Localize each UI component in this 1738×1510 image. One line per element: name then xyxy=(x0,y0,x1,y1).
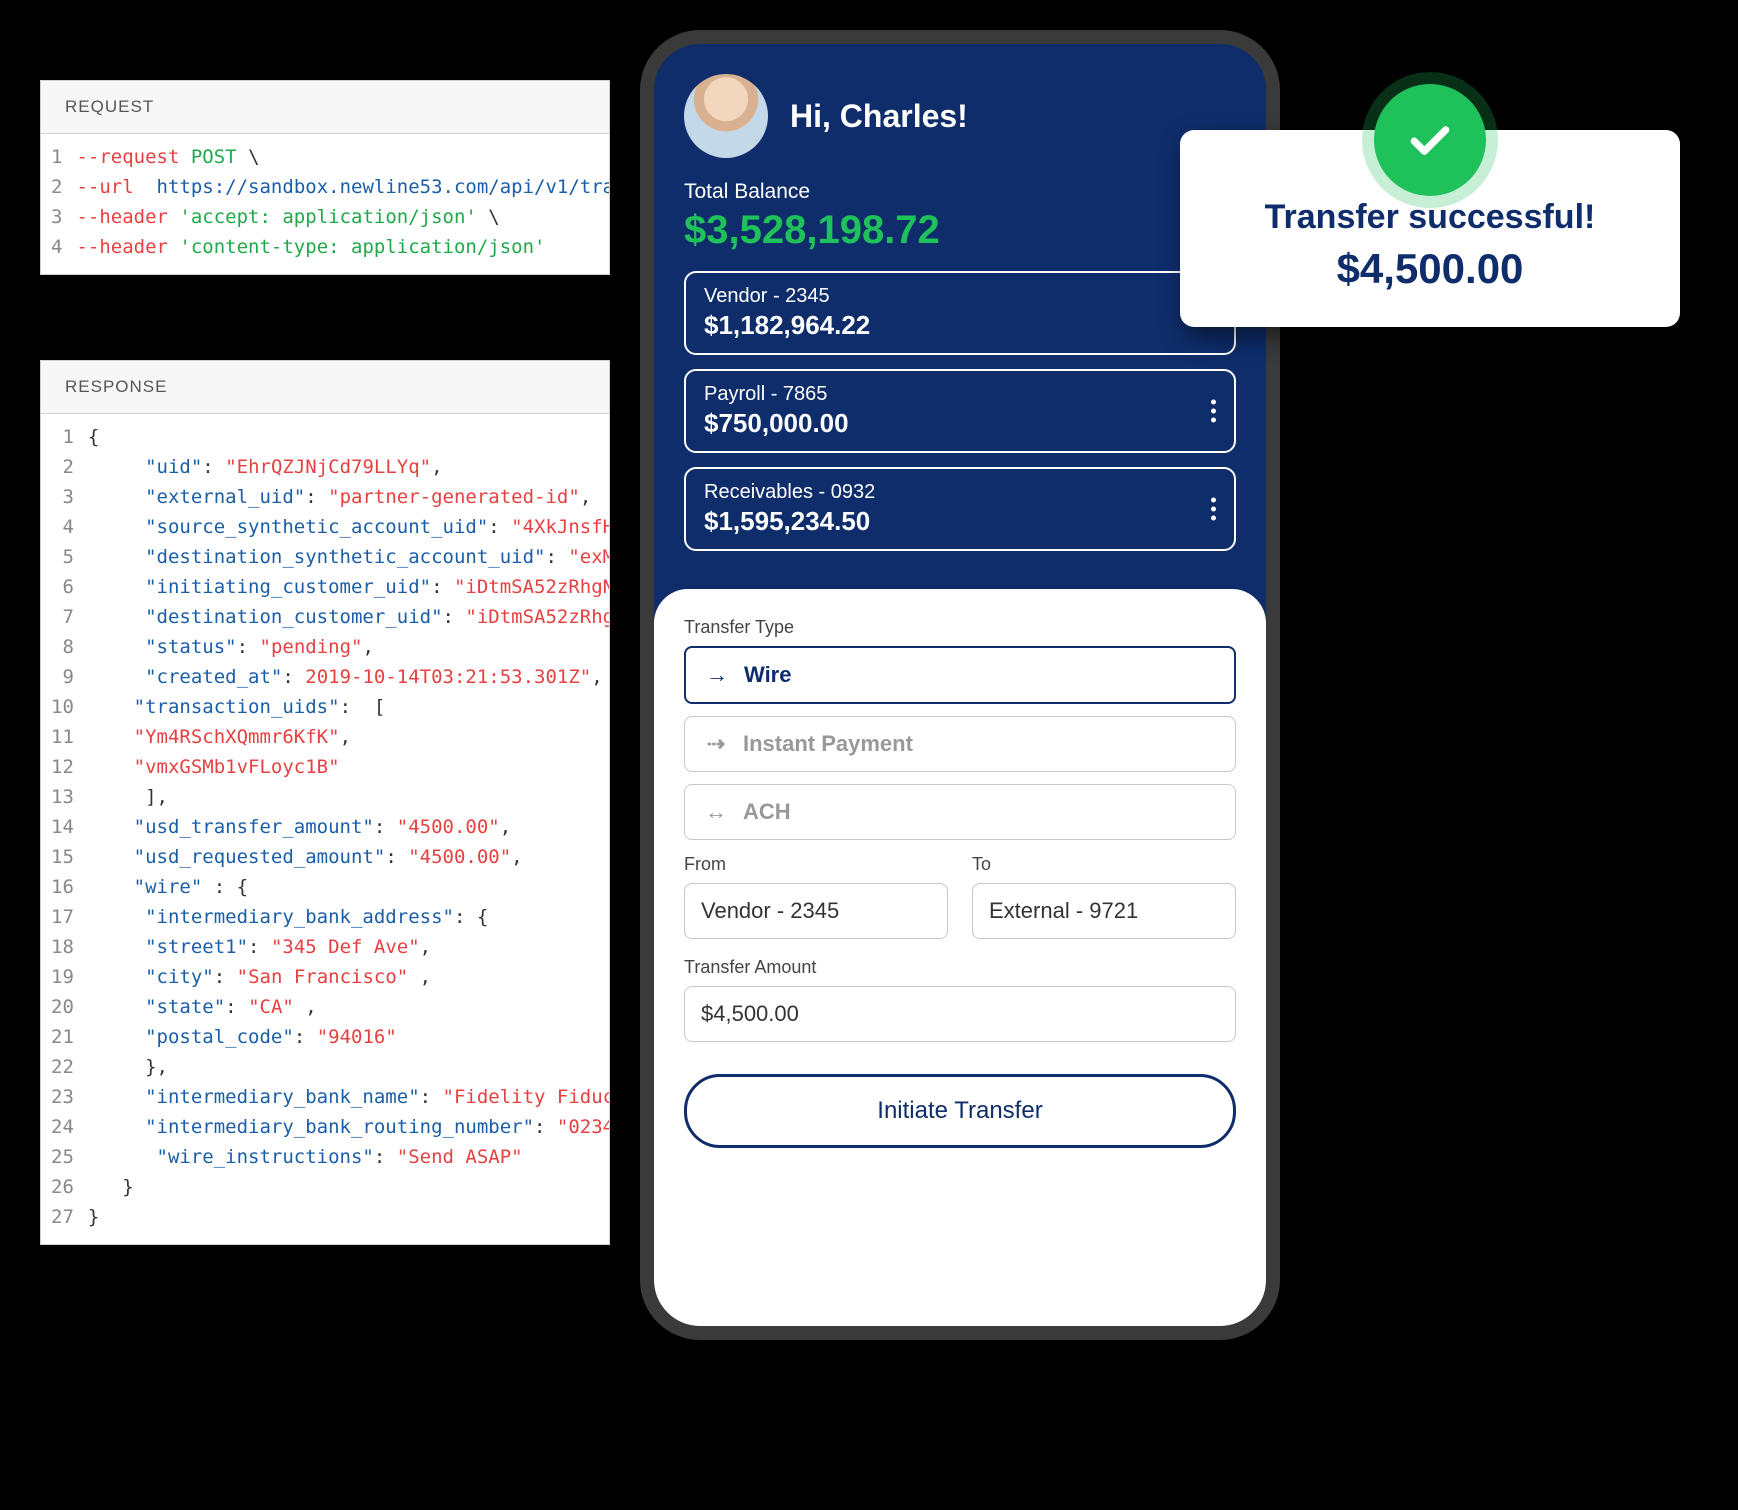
app-header: Hi, Charles! Total Balance $3,528,198.72… xyxy=(654,44,1266,589)
from-label: From xyxy=(684,854,948,875)
account-amount: $1,595,234.50 xyxy=(704,506,1216,537)
response-header: RESPONSE xyxy=(41,361,609,414)
total-balance-amount: $3,528,198.72 xyxy=(684,208,1236,253)
arrow-icon: ↔ xyxy=(703,799,729,825)
code-line: } xyxy=(88,1172,609,1202)
code-line: "Ym4RSchXQmmr6KfK", xyxy=(88,722,609,752)
transfer-type-label-text: Instant Payment xyxy=(743,731,913,757)
code-line: "city": "San Francisco" , xyxy=(88,962,609,992)
amount-input[interactable]: $4,500.00 xyxy=(684,986,1236,1042)
avatar[interactable] xyxy=(684,74,768,158)
transfer-form: Transfer Type → Wire ⇢ Instant Payment ↔… xyxy=(654,589,1266,1326)
transfer-type-option[interactable]: ↔ ACH xyxy=(684,784,1236,840)
success-toast: Transfer successful! $4,500.00 xyxy=(1180,130,1680,327)
account-card[interactable]: Vendor - 2345 $1,182,964.22 xyxy=(684,271,1236,355)
code-line: "wire_instructions": "Send ASAP" xyxy=(88,1142,609,1172)
request-header: REQUEST xyxy=(41,81,609,134)
kebab-icon[interactable] xyxy=(1211,494,1216,525)
kebab-icon[interactable] xyxy=(1211,396,1216,427)
account-label: Vendor - 2345 xyxy=(704,285,1216,308)
checkmark-icon xyxy=(1374,84,1486,196)
request-body: 1 2 3 4 --request POST \--url https://sa… xyxy=(41,134,609,274)
account-label: Payroll - 7865 xyxy=(704,383,1216,406)
code-line: --url https://sandbox.newline53.com/api/… xyxy=(76,172,609,202)
total-balance-label: Total Balance xyxy=(684,180,1236,204)
code-line: "usd_requested_amount": "4500.00", xyxy=(88,842,609,872)
code-line: "street1": "345 Def Ave", xyxy=(88,932,609,962)
code-line: "intermediary_bank_routing_number": "023… xyxy=(88,1112,609,1142)
code-line: "transaction_uids": [ xyxy=(88,692,609,722)
toast-amount: $4,500.00 xyxy=(1200,245,1660,293)
code-line: "source_synthetic_account_uid": "4XkJnsf… xyxy=(88,512,609,542)
transfer-type-label-text: ACH xyxy=(743,799,791,825)
account-label: Receivables - 0932 xyxy=(704,481,1216,504)
code-line: "initiating_customer_uid": "iDtmSA52zRhg… xyxy=(88,572,609,602)
code-line: { xyxy=(88,422,609,452)
code-line: } xyxy=(88,1202,609,1232)
code-line: "uid": "EhrQZJNjCd79LLYq", xyxy=(88,452,609,482)
code-line: --header 'content-type: application/json… xyxy=(76,232,609,262)
code-line: "intermediary_bank_address": { xyxy=(88,902,609,932)
request-panel: REQUEST 1 2 3 4 --request POST \--url ht… xyxy=(40,80,610,275)
arrow-icon: → xyxy=(704,662,730,688)
greeting: Hi, Charles! xyxy=(790,98,968,135)
transfer-type-option[interactable]: ⇢ Instant Payment xyxy=(684,716,1236,772)
code-line: "state": "CA" , xyxy=(88,992,609,1022)
code-line: --header 'accept: application/json' \ xyxy=(76,202,609,232)
account-card[interactable]: Payroll - 7865 $750,000.00 xyxy=(684,369,1236,453)
code-line: "created_at": 2019-10-14T03:21:53.301Z", xyxy=(88,662,609,692)
account-card[interactable]: Receivables - 0932 $1,595,234.50 xyxy=(684,467,1236,551)
response-panel: RESPONSE 1 2 3 4 5 6 7 8 9 10 11 12 13 1… xyxy=(40,360,610,1245)
code-line: "usd_transfer_amount": "4500.00", xyxy=(88,812,609,842)
phone-screen: Hi, Charles! Total Balance $3,528,198.72… xyxy=(654,44,1266,1326)
response-body: 1 2 3 4 5 6 7 8 9 10 11 12 13 14 15 16 1… xyxy=(41,414,609,1244)
amount-label: Transfer Amount xyxy=(684,957,1236,978)
code-line: "wire" : { xyxy=(88,872,609,902)
arrow-icon: ⇢ xyxy=(703,731,729,757)
code-line: "destination_synthetic_account_uid": "ex… xyxy=(88,542,609,572)
transfer-type-label-text: Wire xyxy=(744,662,791,688)
code-line: "postal_code": "94016" xyxy=(88,1022,609,1052)
from-select[interactable]: Vendor - 2345 xyxy=(684,883,948,939)
to-label: To xyxy=(972,854,1236,875)
transfer-type-label: Transfer Type xyxy=(684,617,1236,638)
code-line: --request POST \ xyxy=(76,142,609,172)
account-amount: $1,182,964.22 xyxy=(704,310,1216,341)
code-line: "status": "pending", xyxy=(88,632,609,662)
code-line: "intermediary_bank_name": "Fidelity Fidu… xyxy=(88,1082,609,1112)
initiate-transfer-button[interactable]: Initiate Transfer xyxy=(684,1074,1236,1148)
transfer-type-option[interactable]: → Wire xyxy=(684,646,1236,704)
code-line: }, xyxy=(88,1052,609,1082)
code-line: "vmxGSMb1vFLoyc1B" xyxy=(88,752,609,782)
code-line: "external_uid": "partner-generated-id", xyxy=(88,482,609,512)
to-select[interactable]: External - 9721 xyxy=(972,883,1236,939)
code-line: "destination_customer_uid": "iDtmSA52zRh… xyxy=(88,602,609,632)
account-amount: $750,000.00 xyxy=(704,408,1216,439)
code-line: ], xyxy=(88,782,609,812)
